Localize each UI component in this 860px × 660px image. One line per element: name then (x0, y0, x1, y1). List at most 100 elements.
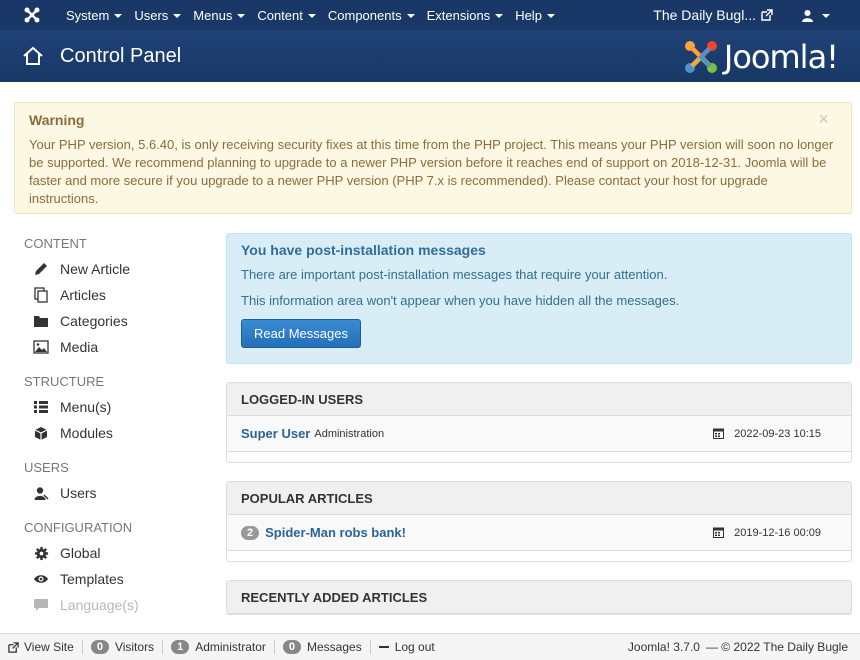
version-label: Joomla! 3.7.0 (627, 640, 700, 654)
pencil-icon (32, 261, 50, 277)
visitors-badge: 0 (90, 640, 109, 654)
hits-badge: 2 (241, 525, 260, 540)
sidebar-item-label: Language(s) (60, 597, 139, 613)
view-site-label: View Site (24, 640, 74, 654)
popular-articles-panel: POPULAR ARTICLES 2 Spider-Man robs bank!… (226, 481, 852, 562)
external-link-icon (761, 9, 773, 21)
sidebar-item-templates[interactable]: Templates (24, 566, 214, 592)
menu-help[interactable]: Help (509, 0, 561, 30)
image-icon (32, 339, 50, 355)
sidebar-item-articles[interactable]: Articles (24, 282, 214, 308)
home-icon (22, 44, 46, 68)
page-title: Control Panel (60, 44, 182, 67)
sidebar-item-label: Media (60, 339, 99, 355)
visitors-status: 0 Visitors (83, 640, 162, 654)
menu-label: Content (257, 7, 303, 23)
messages-status[interactable]: 0 Messages (275, 640, 370, 654)
panel-heading: LOGGED-IN USERS (227, 383, 851, 416)
logout-label: Log out (394, 640, 435, 654)
messages-label: Messages (307, 640, 362, 654)
calendar-icon (713, 428, 725, 439)
date-cell: 2019-12-16 00:09 (713, 527, 821, 539)
section-heading-structure: STRUCTURE (24, 374, 105, 389)
main-content: You have post-installation messages Ther… (226, 233, 852, 615)
menu-menus[interactable]: Menus (187, 0, 251, 30)
main-menu: System Users Menus Content Components Ex… (60, 0, 561, 30)
sidebar-item-menus[interactable]: Menu(s) (24, 394, 214, 420)
copy-icon (32, 287, 50, 303)
menu-components[interactable]: Components (322, 0, 421, 30)
caret-down-icon (307, 13, 316, 18)
site-name: The Daily Bugl... (653, 7, 756, 23)
menu-users[interactable]: Users (128, 0, 187, 30)
caret-down-icon (237, 13, 246, 18)
list-icon (32, 399, 50, 415)
page-header: Control Panel Joomla! (0, 30, 860, 82)
sidebar-item-users[interactable]: Users (24, 480, 214, 506)
section-heading-users: USERS (24, 460, 69, 475)
menu-system[interactable]: System (60, 0, 128, 30)
read-messages-button[interactable]: Read Messages (241, 319, 361, 348)
site-link[interactable]: The Daily Bugl... (653, 7, 773, 23)
close-icon[interactable]: × (818, 109, 829, 130)
caret-down-icon (114, 13, 123, 18)
menu-label: System (66, 7, 110, 23)
view-site-link[interactable]: View Site (0, 640, 82, 654)
logout-link[interactable]: Log out (371, 640, 443, 654)
warning-title: Warning (29, 112, 85, 128)
date-value: 2022-09-23 10:15 (734, 427, 821, 440)
sidebar-item-label: New Article (60, 261, 131, 277)
joomla-brand-icon (684, 41, 717, 73)
article-link[interactable]: Spider-Man robs bank! (265, 525, 406, 540)
user-area: Administration (314, 427, 385, 440)
panel-heading: POPULAR ARTICLES (227, 482, 851, 515)
eye-icon (32, 571, 50, 587)
user-link[interactable]: Super User (241, 426, 310, 441)
postinstall-line2: This information area won't appear when … (241, 293, 680, 308)
postinstall-title: You have post-installation messages (241, 242, 486, 258)
copyright-label: — © 2022 The Daily Bugle (705, 640, 848, 654)
sidebar-item-languages[interactable]: Language(s) (24, 592, 214, 618)
section-heading-configuration: CONFIGURATION (24, 520, 133, 535)
sidebar-item-label: Menu(s) (60, 399, 112, 415)
recent-articles-panel: RECENTLY ADDED ARTICLES (226, 580, 852, 615)
menu-content[interactable]: Content (251, 0, 322, 30)
user-menu[interactable] (801, 9, 830, 22)
table-row: 2 Spider-Man robs bank! 2019-12-16 00:09 (227, 515, 851, 551)
warning-message: Your PHP version, 5.6.40, is only receiv… (29, 137, 834, 206)
sidebar-item-label: Categories (60, 313, 128, 329)
joomla-logo-icon[interactable] (14, 0, 50, 30)
calendar-icon (713, 527, 725, 538)
sidebar-item-label: Templates (60, 571, 124, 587)
caret-down-icon (822, 13, 830, 18)
sidebar-item-modules[interactable]: Modules (24, 420, 214, 446)
menu-extensions[interactable]: Extensions (421, 0, 510, 30)
external-link-icon (8, 641, 19, 653)
table-row: Super User Administration 2022-09-23 10:… (227, 416, 851, 452)
php-warning-alert: × Warning Your PHP version, 5.6.40, is o… (14, 102, 852, 214)
visitors-label: Visitors (114, 640, 155, 654)
brand-text: Joomla! (723, 38, 839, 76)
sidebar-item-categories[interactable]: Categories (24, 308, 214, 334)
cog-icon (32, 545, 50, 561)
menu-label: Help (515, 7, 542, 23)
user-icon (32, 485, 50, 501)
joomla-brand: Joomla! (682, 38, 839, 76)
caret-down-icon (546, 13, 555, 18)
folder-icon (32, 313, 50, 329)
messages-badge: 0 (282, 640, 301, 654)
date-value: 2019-12-16 00:09 (734, 526, 821, 539)
sidebar-item-new-article[interactable]: New Article (24, 256, 214, 282)
admin-label: Administrator (195, 640, 266, 654)
sidebar-item-media[interactable]: Media (24, 334, 214, 360)
sidebar-item-label: Users (60, 485, 97, 501)
postinstall-line1: There are important post-installation me… (241, 267, 668, 282)
cube-icon (32, 425, 50, 441)
status-right: Joomla! 3.7.0 — © 2022 The Daily Bugle (628, 640, 848, 654)
date-cell: 2022-09-23 10:15 (713, 428, 821, 440)
admin-status: 1 Administrator (163, 640, 274, 654)
minus-icon (378, 646, 389, 648)
sidebar-item-global[interactable]: Global (24, 540, 214, 566)
quick-icons-sidebar: CONTENT New Article Articles Categories … (24, 232, 214, 618)
status-bar: View Site 0 Visitors 1 Administrator 0 M… (0, 633, 860, 660)
